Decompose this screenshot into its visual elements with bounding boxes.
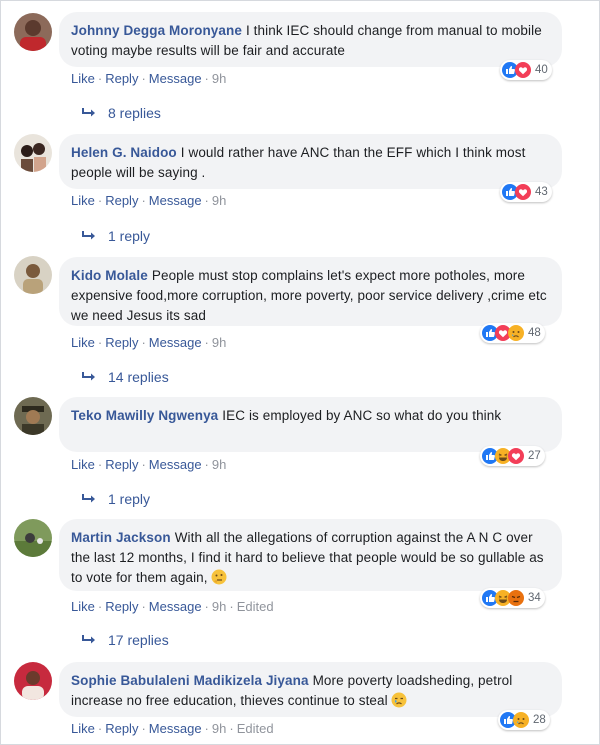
comment-actions: Like · Reply · Message · 9h · Edited	[71, 721, 274, 736]
reactions-summary[interactable]: 28	[498, 710, 550, 730]
message-link[interactable]: Message	[149, 71, 202, 86]
replies-count: 8 replies	[108, 105, 161, 121]
replies-count: 14 replies	[108, 369, 169, 385]
message-link[interactable]: Message	[149, 599, 202, 614]
comment-bubble: Kido Molale People must stop complains le…	[59, 257, 562, 326]
reactions-summary[interactable]: 40	[500, 60, 552, 80]
timestamp[interactable]: 9h	[212, 599, 226, 614]
view-replies-link[interactable]: 1 reply	[81, 228, 150, 244]
comment-actions: Like · Reply · Message · 9h	[71, 193, 227, 208]
reply-link[interactable]: Reply	[105, 193, 138, 208]
love-icon	[508, 448, 524, 464]
like-link[interactable]: Like	[71, 599, 95, 614]
view-replies-link[interactable]: 8 replies	[81, 105, 161, 121]
timestamp[interactable]: 9h	[212, 71, 226, 86]
message-link[interactable]: Message	[149, 335, 202, 350]
reaction-count: 27	[528, 450, 541, 462]
angry-icon	[508, 590, 524, 606]
comment-bubble: Teko Mawilly Ngwenya IEC is employed by A…	[59, 397, 562, 452]
reactions-summary[interactable]: 43	[500, 182, 552, 202]
reply-link[interactable]: Reply	[105, 71, 138, 86]
comment-bubble: Helen G. Naidoo I would rather have ANC t…	[59, 134, 562, 189]
reactions-summary[interactable]: 34	[480, 588, 545, 608]
reaction-count: 48	[528, 327, 541, 339]
timestamp[interactable]: 9h	[212, 721, 226, 736]
reaction-count: 40	[535, 64, 548, 76]
avatar[interactable]	[14, 662, 52, 700]
reply-link[interactable]: Reply	[105, 599, 138, 614]
like-link[interactable]: Like	[71, 335, 95, 350]
comment-author[interactable]: Helen G. Naidoo	[71, 145, 177, 160]
view-replies-link[interactable]: 17 replies	[81, 632, 169, 648]
avatar[interactable]	[14, 134, 52, 172]
sad-icon	[508, 325, 524, 341]
replies-count: 1 reply	[108, 228, 151, 244]
reactions-summary[interactable]: 27	[480, 446, 545, 466]
comment-bubble: Johnny Degga Moronyane I think IEC should…	[59, 12, 562, 67]
comment-author[interactable]: Martin Jackson	[71, 530, 171, 545]
reaction-count: 34	[528, 592, 541, 604]
like-link[interactable]: Like	[71, 457, 95, 472]
comment-actions: Like · Reply · Message · 9h	[71, 71, 227, 86]
message-link[interactable]: Message	[149, 193, 202, 208]
view-replies-link[interactable]: 14 replies	[81, 369, 169, 385]
edited-label[interactable]: Edited	[237, 721, 274, 736]
view-replies-link[interactable]: 1 reply	[81, 491, 150, 507]
avatar[interactable]	[14, 397, 52, 435]
reply-arrow-icon	[82, 231, 95, 240]
edited-label[interactable]: Edited	[237, 599, 274, 614]
comment-actions: Like · Reply · Message · 9h	[71, 457, 227, 472]
timestamp[interactable]: 9h	[212, 457, 226, 472]
like-link[interactable]: Like	[71, 71, 95, 86]
comments-panel: Johnny Degga Moronyane I think IEC should…	[0, 0, 600, 745]
comment-author[interactable]: Johnny Degga Moronyane	[71, 23, 242, 38]
reply-arrow-icon	[82, 372, 95, 381]
comment-actions: Like · Reply · Message · 9h	[71, 335, 227, 350]
comment-author[interactable]: Sophie Babulaleni Madikizela Jiyana	[71, 673, 309, 688]
love-icon	[515, 184, 531, 200]
reply-arrow-icon	[82, 108, 95, 117]
like-link[interactable]: Like	[71, 193, 95, 208]
reaction-count: 28	[533, 714, 546, 726]
like-link[interactable]: Like	[71, 721, 95, 736]
reply-link[interactable]: Reply	[105, 335, 138, 350]
avatar[interactable]	[14, 256, 52, 294]
crying-face-icon	[391, 692, 407, 708]
reply-arrow-icon	[82, 494, 95, 503]
timestamp[interactable]: 9h	[212, 193, 226, 208]
replies-count: 1 reply	[108, 491, 151, 507]
message-link[interactable]: Message	[149, 721, 202, 736]
comment-actions: Like · Reply · Message · 9h · Edited	[71, 599, 274, 614]
comment-author[interactable]: Teko Mawilly Ngwenya	[71, 408, 218, 423]
avatar[interactable]	[14, 13, 52, 51]
sad-icon	[513, 712, 529, 728]
thinking-face-icon	[211, 569, 227, 585]
reply-link[interactable]: Reply	[105, 457, 138, 472]
timestamp[interactable]: 9h	[212, 335, 226, 350]
reaction-count: 43	[535, 186, 548, 198]
reactions-summary[interactable]: 48	[480, 323, 545, 343]
comment-text: IEC is employed by ANC so what do you th…	[222, 408, 502, 423]
reply-arrow-icon	[82, 635, 95, 644]
comment-bubble: Sophie Babulaleni Madikizela Jiyana More …	[59, 662, 562, 717]
love-icon	[515, 62, 531, 78]
avatar[interactable]	[14, 519, 52, 557]
comment-bubble: Martin Jackson With all the allegations o…	[59, 519, 562, 591]
comment-author[interactable]: Kido Molale	[71, 268, 148, 283]
message-link[interactable]: Message	[149, 457, 202, 472]
replies-count: 17 replies	[108, 632, 169, 648]
reply-link[interactable]: Reply	[105, 721, 138, 736]
